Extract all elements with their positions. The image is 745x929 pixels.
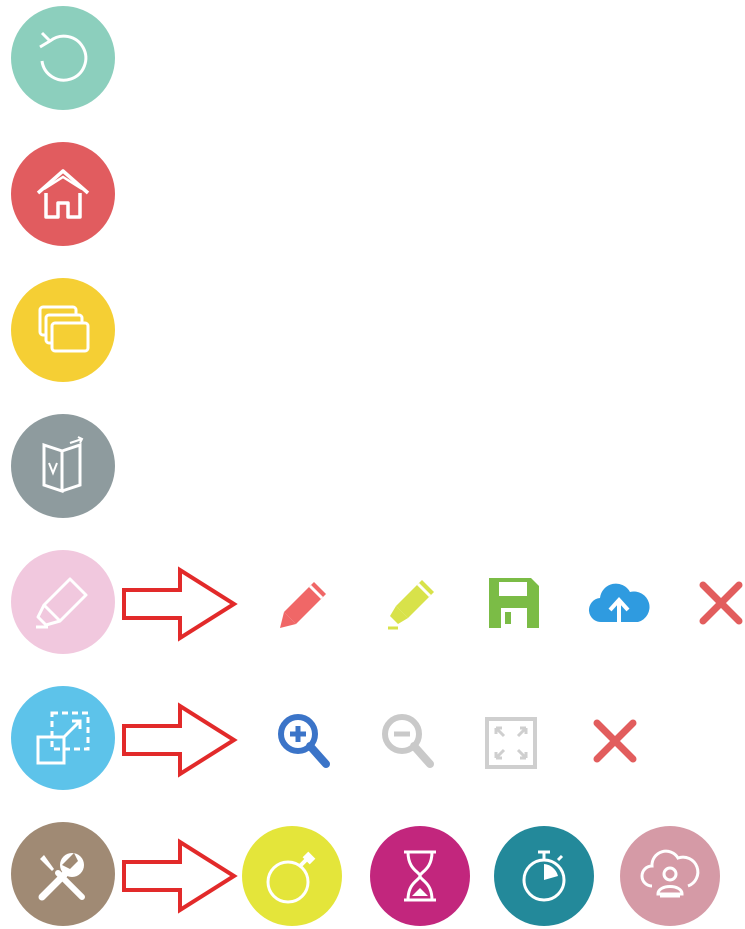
fit-screen-icon (485, 717, 537, 769)
bomb-button[interactable] (242, 826, 342, 926)
save-button[interactable] (487, 576, 541, 630)
upload-button[interactable] (588, 578, 650, 628)
pages-button[interactable] (11, 278, 115, 382)
select-area-button[interactable] (11, 686, 115, 790)
zoom-out-icon (382, 714, 434, 768)
stacked-windows-icon (38, 305, 90, 353)
tools-button[interactable] (11, 822, 115, 926)
arrow-right-icon (122, 838, 238, 914)
stopwatch-button[interactable] (494, 826, 594, 926)
home-icon (36, 169, 90, 219)
reader-button[interactable] (620, 826, 720, 926)
pencil-icon (280, 582, 326, 628)
close-button[interactable] (592, 718, 638, 764)
pencil-button[interactable] (278, 578, 330, 630)
stopwatch-icon (522, 850, 566, 902)
hourglass-button[interactable] (370, 826, 470, 926)
undo-button[interactable] (11, 6, 115, 110)
close-button[interactable] (698, 580, 744, 626)
rotate-ccw-icon (39, 31, 88, 82)
bomb-icon (266, 851, 316, 904)
wrench-screwdriver-icon (38, 853, 85, 901)
hourglass-icon (404, 850, 436, 902)
book-door-icon (42, 436, 84, 494)
highlighter-pen-button[interactable] (384, 576, 438, 630)
zoom-out-button[interactable] (380, 712, 436, 770)
highlighter-pen-icon (388, 580, 434, 630)
book-button[interactable] (11, 414, 115, 518)
highlighter-icon (36, 577, 88, 629)
cloud-person-icon (640, 849, 700, 898)
close-icon (699, 581, 743, 625)
fit-screen-button[interactable] (484, 716, 538, 770)
arrow-right-icon (122, 702, 238, 778)
cloud-upload-icon (588, 583, 650, 623)
marker-button[interactable] (11, 550, 115, 654)
home-button[interactable] (11, 142, 115, 246)
zoom-in-button[interactable] (276, 712, 332, 770)
floppy-disk-icon (489, 578, 539, 628)
zoom-in-icon (278, 714, 330, 768)
arrow-right-icon (122, 566, 238, 642)
dashed-resize-icon (36, 711, 90, 765)
close-icon (593, 719, 637, 763)
